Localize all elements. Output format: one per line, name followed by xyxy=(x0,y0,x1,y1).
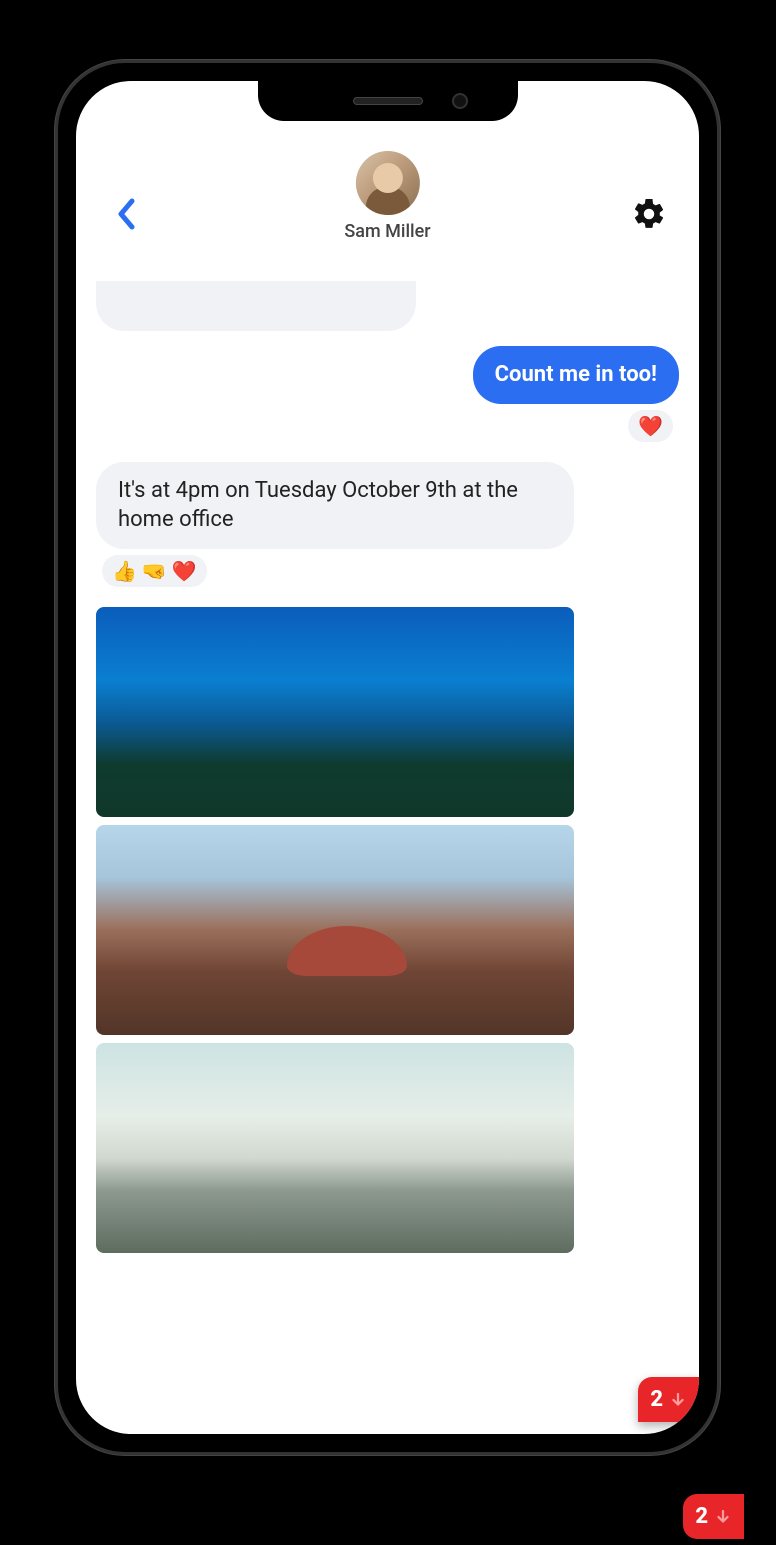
gear-icon xyxy=(631,196,667,232)
phone-speaker xyxy=(353,97,423,105)
unread-count: 2 xyxy=(650,1387,663,1412)
contact-name: Sam Miller xyxy=(344,221,430,242)
unread-scroll-badge[interactable]: 2 xyxy=(638,1377,699,1422)
outgoing-message-bubble[interactable]: Count me in too! xyxy=(473,346,679,404)
app-screen: Sam Miller Count me in too! ❤️ It's at 4… xyxy=(76,81,699,1434)
message-reaction[interactable]: ❤️ xyxy=(628,410,673,442)
incoming-message-row: It's at 4pm on Tuesday October 9th at th… xyxy=(96,462,679,587)
outgoing-message-row: Count me in too! ❤️ xyxy=(96,346,679,442)
messages-list[interactable]: Count me in too! ❤️ It's at 4pm on Tuesd… xyxy=(76,291,699,1434)
previous-incoming-bubble-tail[interactable] xyxy=(96,281,416,331)
heart-icon: ❤️ xyxy=(638,414,663,438)
phone-camera xyxy=(452,93,468,109)
attachment-image-aerial[interactable] xyxy=(96,825,574,1035)
chevron-left-icon xyxy=(115,197,137,231)
contact-info[interactable]: Sam Miller xyxy=(344,151,430,242)
phone-notch xyxy=(258,81,518,121)
reactions-emojis: 👍 🤜 ❤️ xyxy=(112,559,197,583)
attachment-image-underwater[interactable] xyxy=(96,607,574,817)
arrow-down-icon xyxy=(669,1391,687,1409)
image-attachments xyxy=(96,607,574,1253)
settings-button[interactable] xyxy=(629,194,669,234)
arrow-down-icon xyxy=(714,1508,732,1526)
phone-frame: Sam Miller Count me in too! ❤️ It's at 4… xyxy=(55,60,720,1455)
attachment-image-city[interactable] xyxy=(96,1043,574,1253)
unread-scroll-badge-overflow[interactable]: 2 xyxy=(683,1494,744,1539)
incoming-message-bubble[interactable]: It's at 4pm on Tuesday October 9th at th… xyxy=(96,462,574,549)
contact-avatar[interactable] xyxy=(355,151,419,215)
message-reactions[interactable]: 👍 🤜 ❤️ xyxy=(102,555,207,587)
unread-count: 2 xyxy=(695,1504,708,1529)
back-button[interactable] xyxy=(106,194,146,234)
